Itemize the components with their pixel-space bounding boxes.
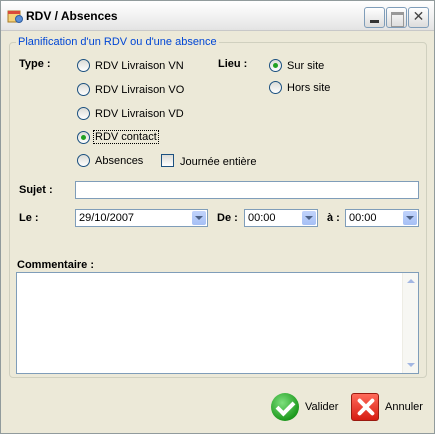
- radio-rdv-contact[interactable]: [77, 131, 90, 144]
- validate-button[interactable]: Valider: [271, 393, 338, 421]
- sujet-label: Sujet :: [19, 184, 53, 196]
- window-title: RDV / Absences: [26, 9, 118, 23]
- radio-absences[interactable]: [77, 154, 90, 167]
- comment-textarea[interactable]: [16, 272, 419, 374]
- cancel-button[interactable]: Annuler: [351, 393, 423, 421]
- date-picker[interactable]: 29/10/2007: [75, 209, 208, 227]
- to-time-value: 00:00: [349, 212, 377, 224]
- comment-label: Commentaire :: [17, 259, 95, 271]
- scroll-down-icon[interactable]: [407, 363, 415, 367]
- rdv-absences-window: RDV / Absences ✕ Planification d'un RDV …: [0, 0, 435, 434]
- group-legend: Planification d'un RDV ou d'une absence: [16, 36, 219, 48]
- radio-absences-label[interactable]: Absences: [95, 155, 143, 167]
- maximize-button[interactable]: [386, 7, 407, 28]
- scroll-up-icon[interactable]: [407, 279, 415, 283]
- validate-label: Valider: [305, 401, 339, 413]
- comment-scrollbar[interactable]: [402, 273, 418, 373]
- radio-hors-site-label[interactable]: Hors site: [287, 82, 330, 94]
- sujet-input[interactable]: [75, 181, 419, 199]
- radio-rdv-livraison-vd-label[interactable]: RDV Livraison VD: [95, 108, 184, 120]
- to-time-dropdown-icon[interactable]: [403, 211, 417, 225]
- full-day-checkbox[interactable]: [161, 154, 174, 167]
- from-time-value: 00:00: [248, 212, 276, 224]
- from-time-dropdown-icon[interactable]: [302, 211, 316, 225]
- radio-hors-site[interactable]: [269, 81, 282, 94]
- minimize-button[interactable]: [364, 7, 385, 28]
- app-icon: [7, 10, 23, 23]
- radio-rdv-livraison-vn[interactable]: [77, 59, 90, 72]
- date-value: 29/10/2007: [79, 212, 135, 224]
- radio-sur-site-label[interactable]: Sur site: [287, 60, 324, 72]
- cancel-x-icon: [351, 393, 379, 421]
- lieu-label: Lieu :: [218, 58, 248, 70]
- date-dropdown-icon[interactable]: [192, 211, 206, 225]
- radio-rdv-livraison-vn-label[interactable]: RDV Livraison VN: [95, 60, 184, 72]
- to-time-select[interactable]: 00:00: [345, 209, 419, 227]
- from-label: De :: [217, 212, 238, 224]
- to-label: à :: [327, 212, 340, 224]
- radio-sur-site[interactable]: [269, 59, 282, 72]
- radio-rdv-livraison-vo[interactable]: [77, 83, 90, 96]
- checkmark-icon: [271, 393, 299, 421]
- radio-rdv-livraison-vo-label[interactable]: RDV Livraison VO: [95, 84, 184, 96]
- radio-rdv-livraison-vd[interactable]: [77, 107, 90, 120]
- close-button[interactable]: ✕: [408, 7, 429, 28]
- close-icon: ✕: [412, 9, 425, 25]
- full-day-label[interactable]: Journée entière: [180, 156, 256, 168]
- cancel-label: Annuler: [385, 401, 423, 413]
- date-label: Le :: [19, 212, 39, 224]
- from-time-select[interactable]: 00:00: [244, 209, 318, 227]
- title-bar[interactable]: RDV / Absences ✕: [1, 1, 434, 31]
- radio-rdv-contact-label[interactable]: RDV contact: [93, 130, 159, 144]
- type-label: Type :: [19, 58, 51, 70]
